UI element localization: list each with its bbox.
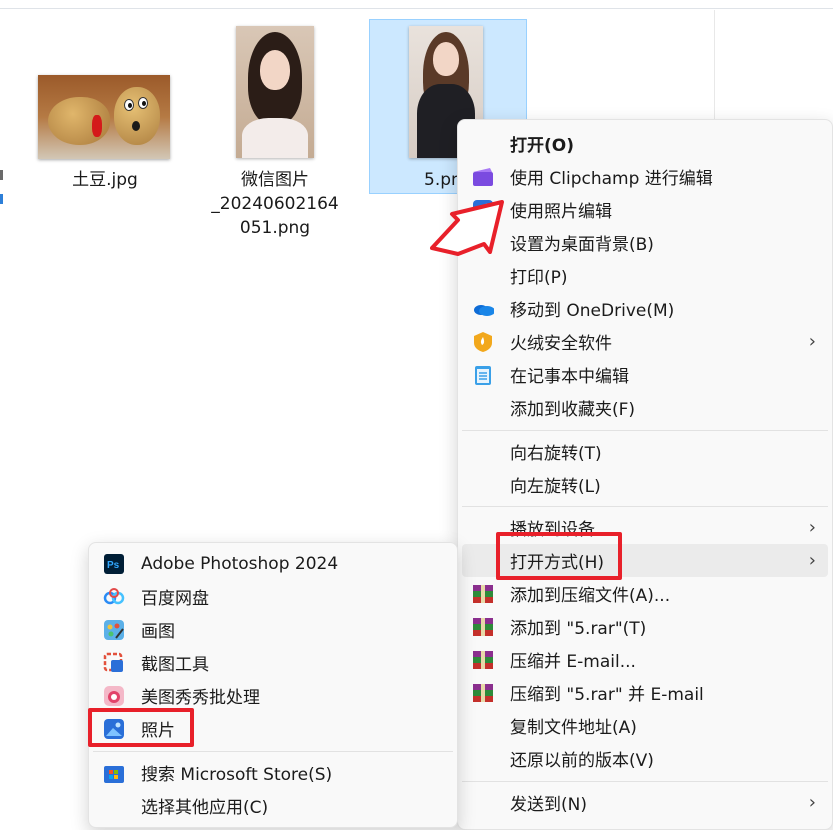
partial-file-edge [0, 170, 4, 210]
notepad-icon [472, 364, 494, 386]
menu-item-label: 截图工具 [141, 655, 209, 675]
winrar-icon [472, 649, 494, 671]
menu-item-label: 在记事本中编辑 [510, 367, 629, 387]
open-with-microsoft-store[interactable]: 搜索 Microsoft Store(S) [89, 756, 457, 789]
column-divider [714, 10, 715, 120]
menu-item-label: 设置为桌面背景(B) [510, 235, 654, 255]
winrar-icon [472, 583, 494, 605]
open-with-photoshop[interactable]: Ps Adobe Photoshop 2024 [89, 547, 457, 580]
menu-item-label: 选择其他应用(C) [141, 798, 269, 818]
menu-item-clipchamp[interactable]: 使用 Clipchamp 进行编辑 [458, 160, 832, 193]
menu-item-label: 搜索 Microsoft Store(S) [141, 765, 333, 785]
menu-item-add-to-favorites[interactable]: 添加到收藏夹(F) [458, 391, 832, 424]
baidu-netdisk-icon [103, 586, 125, 608]
file-name-line: 微信图片 [241, 170, 309, 190]
open-with-baidu-netdisk[interactable]: 百度网盘 [89, 580, 457, 613]
menu-item-label: 移动到 OneDrive(M) [510, 301, 675, 321]
wechat-image-thumbnail[interactable] [236, 26, 314, 158]
menu-item-label: 添加到收藏夹(F) [510, 400, 636, 420]
winrar-icon [472, 616, 494, 638]
chevron-right-icon: › [808, 792, 816, 813]
menu-item-print[interactable]: 打印(P) [458, 259, 832, 292]
menu-item-label: 画图 [141, 622, 175, 642]
menu-item-compress-and-email[interactable]: 压缩并 E-mail... [458, 643, 832, 676]
menu-item-edit-with-photos[interactable]: 使用照片编辑 [458, 193, 832, 226]
menu-item-label: 打印(P) [510, 268, 568, 288]
annotation-arrow-icon [430, 200, 504, 256]
snipping-tool-icon [103, 652, 125, 674]
chevron-right-icon: › [808, 550, 816, 571]
menu-separator [93, 751, 453, 752]
menu-item-huorong[interactable]: 火绒安全软件 › [458, 325, 832, 358]
chevron-right-icon: › [808, 517, 816, 538]
huorong-icon [472, 331, 494, 353]
meitu-icon [103, 685, 125, 707]
menu-item-rotate-right[interactable]: 向右旋转(T) [458, 435, 832, 468]
menu-item-label: 使用照片编辑 [510, 202, 612, 222]
menu-item-rotate-left[interactable]: 向左旋转(L) [458, 468, 832, 501]
open-with-snipping-tool[interactable]: 截图工具 [89, 646, 457, 679]
open-with-submenu: Ps Adobe Photoshop 2024 百度网盘 画图 截图工具 美图秀… [88, 542, 458, 828]
highlight-box-photos [88, 708, 194, 747]
onedrive-icon [472, 298, 494, 320]
menu-item-label: 美图秀秀批处理 [141, 688, 260, 708]
menu-item-label: 百度网盘 [141, 589, 209, 609]
menu-item-label: 发送到(N) [510, 795, 587, 815]
clipchamp-icon [472, 166, 494, 188]
menu-item-label: 向左旋转(L) [510, 477, 601, 497]
menu-item-label: 添加到压缩文件(A)... [510, 586, 671, 606]
menu-item-label: 向右旋转(T) [510, 444, 602, 464]
open-with-paint[interactable]: 画图 [89, 613, 457, 646]
menu-item-label: 压缩并 E-mail... [510, 652, 636, 672]
file-name: 5.png [424, 170, 460, 190]
file-name: 微信图片 _20240602164 051.png [205, 168, 345, 240]
menu-separator [462, 506, 828, 507]
menu-item-open[interactable]: 打开(O) [458, 127, 832, 160]
photoshop-icon: Ps [103, 553, 125, 575]
highlight-box-open-with [496, 532, 622, 580]
menu-item-add-to-5rar[interactable]: 添加到 "5.rar"(T) [458, 610, 832, 643]
menu-item-label: Adobe Photoshop 2024 [141, 553, 339, 574]
menu-item-label: 压缩到 "5.rar" 并 E-mail [510, 685, 704, 705]
file-name-line: 051.png [239, 218, 311, 238]
potato-thumbnail [38, 75, 170, 159]
ps-icon-text: Ps [107, 560, 120, 571]
menu-item-label: 火绒安全软件 [510, 334, 612, 354]
menu-item-set-wallpaper[interactable]: 设置为桌面背景(B) [458, 226, 832, 259]
context-menu: 打开(O) 使用 Clipchamp 进行编辑 使用照片编辑 设置为桌面背景(B… [457, 119, 833, 830]
open-with-choose-other-app[interactable]: 选择其他应用(C) [89, 789, 457, 822]
paint-icon [103, 619, 125, 641]
file-name: 土豆.jpg [72, 170, 138, 190]
menu-item-label: 打开(O) [510, 136, 574, 156]
winrar-icon [472, 682, 494, 704]
menu-item-label: 复制文件地址(A) [510, 718, 637, 738]
menu-item-add-to-archive[interactable]: 添加到压缩文件(A)... [458, 577, 832, 610]
menu-item-restore-previous-versions[interactable]: 还原以前的版本(V) [458, 742, 832, 775]
menu-item-send-to[interactable]: 发送到(N) › [458, 786, 832, 819]
file-name-line: _20240602164 [211, 194, 339, 214]
menu-item-label: 还原以前的版本(V) [510, 751, 654, 771]
explorer-top-border [0, 0, 833, 9]
menu-separator [462, 430, 828, 431]
menu-separator [462, 781, 828, 782]
menu-item-edit-in-notepad[interactable]: 在记事本中编辑 [458, 358, 832, 391]
menu-item-label: 使用 Clipchamp 进行编辑 [510, 169, 713, 189]
chevron-right-icon: › [808, 331, 816, 352]
menu-item-move-to-onedrive[interactable]: 移动到 OneDrive(M) [458, 292, 832, 325]
menu-item-copy-file-path[interactable]: 复制文件地址(A) [458, 709, 832, 742]
menu-item-compress-to-5rar-email[interactable]: 压缩到 "5.rar" 并 E-mail [458, 676, 832, 709]
store-icon [103, 762, 125, 784]
menu-item-label: 添加到 "5.rar"(T) [510, 619, 647, 639]
